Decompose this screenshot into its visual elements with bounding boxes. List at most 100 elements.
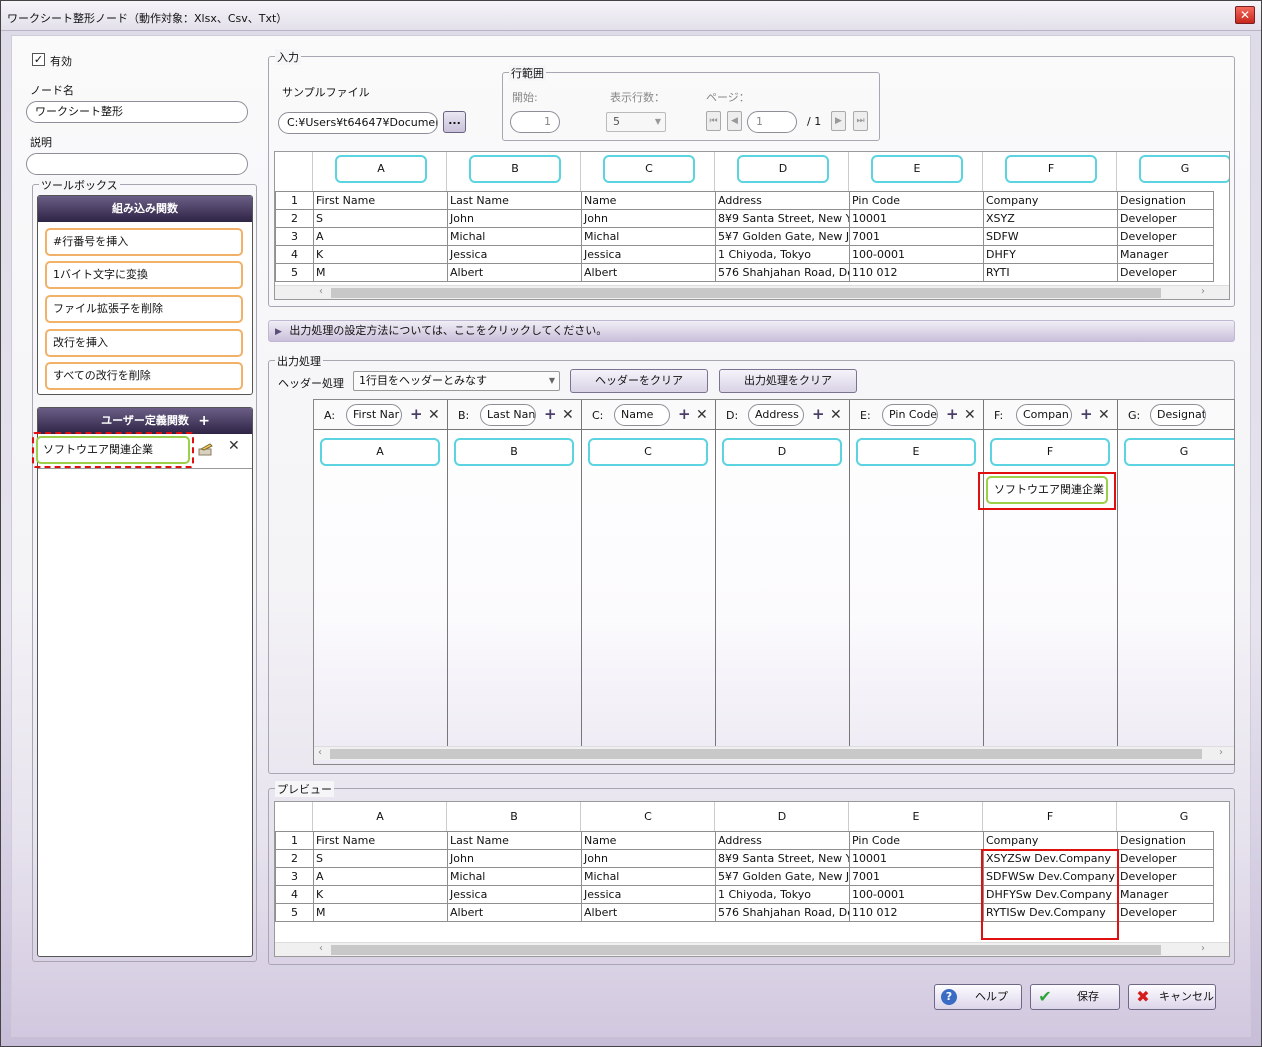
output-column-box[interactable]: E [856, 438, 976, 466]
column-header-d[interactable]: D [737, 155, 829, 183]
row-number: 2 [275, 849, 314, 868]
output-column-header: F: Compan + ✕ [984, 400, 1117, 430]
add-column-icon[interactable]: + [946, 405, 959, 423]
remove-column-icon[interactable]: ✕ [964, 407, 976, 423]
row-number: 1 [275, 831, 314, 850]
output-column-name-input[interactable]: Name [614, 404, 670, 426]
column-header-g[interactable]: G [1139, 155, 1229, 183]
enabled-checkbox[interactable]: ✓ [32, 53, 45, 66]
output-group: 出力処理 ヘッダー処理 1行目をヘッダーとみなす ▼ ヘッダーをクリア 出力処理… [268, 353, 1235, 774]
first-page-button[interactable]: ⏮ [706, 111, 721, 131]
column-header-e: E [912, 810, 920, 823]
start-input[interactable]: 1 [510, 111, 560, 133]
clear-output-button[interactable]: 出力処理をクリア [719, 369, 857, 393]
divider [714, 152, 715, 191]
builtin-item-remove-extension[interactable]: ファイル拡張子を削除 [45, 295, 243, 323]
table-cell: John [447, 209, 582, 228]
close-button[interactable]: ✕ [1235, 6, 1255, 24]
output-column-key: E: [860, 409, 871, 422]
preview-company-highlight [981, 849, 1119, 940]
add-column-icon[interactable]: + [1080, 405, 1093, 423]
table-cell: Jessica [447, 885, 582, 904]
output-column-f: F: Compan + ✕ F [984, 400, 1118, 746]
scroll-left-icon[interactable]: ‹ [318, 747, 322, 758]
edit-function-icon[interactable] [196, 440, 216, 460]
preview-scrollbar[interactable]: ‹ › [275, 942, 1229, 956]
delete-function-icon[interactable]: ✕ [228, 438, 240, 454]
scroll-right-icon[interactable]: › [1219, 747, 1223, 758]
output-column-name-input[interactable]: Address [748, 404, 804, 426]
column-header-b[interactable]: B [469, 155, 561, 183]
help-button[interactable]: ? ヘルプ [934, 984, 1022, 1010]
page-input[interactable]: 1 [747, 111, 797, 133]
column-header-c[interactable]: C [603, 155, 695, 183]
output-column-name-input[interactable]: Pin Code [882, 404, 938, 426]
output-help-banner[interactable]: ▶ 出力処理の設定方法については、ここをクリックしてください。 [268, 320, 1235, 342]
add-column-icon[interactable]: + [812, 405, 825, 423]
output-column-box[interactable]: C [588, 438, 708, 466]
input-scroll-thumb[interactable] [331, 288, 1161, 298]
header-select-value: 1行目をヘッダーとみなす [359, 374, 487, 387]
output-column-box[interactable]: D [722, 438, 842, 466]
scroll-left-icon[interactable]: ‹ [319, 943, 323, 954]
table-cell: Albert [581, 263, 716, 282]
output-column-name-input[interactable]: Designat [1150, 404, 1206, 426]
output-column-name-input[interactable]: Last Nan [480, 404, 536, 426]
add-column-icon[interactable]: + [410, 405, 423, 423]
add-user-function-icon[interactable]: + [198, 408, 210, 434]
column-header-a[interactable]: A [335, 155, 427, 183]
table-cell: Name [581, 191, 716, 210]
column-header-f[interactable]: F [1005, 155, 1097, 183]
clear-header-button[interactable]: ヘッダーをクリア [570, 369, 708, 393]
user-function-item[interactable]: ソフトウエア関連企業 [36, 436, 190, 464]
add-column-icon[interactable]: + [678, 405, 691, 423]
table-cell: XSYZ [983, 209, 1118, 228]
rows-select[interactable]: 5 ▼ [606, 112, 666, 132]
output-column-box[interactable]: A [320, 438, 440, 466]
dropped-function-item[interactable]: ソフトウエア関連企業 [986, 476, 1108, 504]
output-scroll-thumb[interactable] [330, 749, 1202, 759]
remove-column-icon[interactable]: ✕ [562, 407, 574, 423]
remove-column-icon[interactable]: ✕ [428, 407, 440, 423]
scroll-right-icon[interactable]: › [1201, 286, 1205, 297]
remove-column-icon[interactable]: ✕ [830, 407, 842, 423]
output-column-name-input[interactable]: First Nar [346, 404, 402, 426]
output-scrollbar[interactable]: ‹ › [314, 746, 1234, 760]
next-page-button[interactable]: ▶ [831, 111, 846, 131]
builtin-item-remove-newlines[interactable]: すべての改行を削除 [45, 362, 243, 390]
description-input[interactable] [26, 153, 248, 175]
output-column-box[interactable]: G [1124, 438, 1234, 466]
table-cell: 1 Chiyoda, Tokyo [715, 245, 850, 264]
node-name-input[interactable]: ワークシート整形 [26, 101, 248, 123]
divider [446, 802, 447, 831]
remove-column-icon[interactable]: ✕ [696, 407, 708, 423]
table-cell: Michal [447, 867, 582, 886]
scroll-left-icon[interactable]: ‹ [319, 286, 323, 297]
builtin-item-insert-newline[interactable]: 改行を挿入 [45, 329, 243, 357]
header-processing-select[interactable]: 1行目をヘッダーとみなす ▼ [353, 371, 560, 391]
remove-column-icon[interactable]: ✕ [1098, 407, 1110, 423]
table-cell: Address [715, 191, 850, 210]
column-header-e[interactable]: E [871, 155, 963, 183]
browse-button[interactable]: ... [443, 111, 466, 133]
output-column-e: E: Pin Code + ✕ E [850, 400, 984, 746]
cancel-button[interactable]: ✖ キャンセル [1128, 984, 1216, 1010]
node-name-label: ノード名 [30, 84, 74, 97]
table-cell: Designation [1117, 191, 1214, 210]
divider [580, 802, 581, 831]
last-page-button[interactable]: ⏭ [853, 111, 868, 131]
builtin-item-insert-row-number[interactable]: #行番号を挿入 [45, 228, 243, 256]
prev-page-button[interactable]: ◀ [727, 111, 742, 131]
output-column-box[interactable]: F [990, 438, 1110, 466]
preview-scroll-thumb[interactable] [331, 945, 1161, 955]
output-column-box[interactable]: B [454, 438, 574, 466]
builtin-item-convert-halfwidth[interactable]: 1バイト文字に変換 [45, 261, 243, 289]
sample-file-input[interactable]: C:¥Users¥t64647¥Documents [278, 112, 438, 134]
table-cell: 5¥7 Golden Gate, New Jer [715, 867, 850, 886]
input-scrollbar[interactable]: ‹ › [275, 285, 1229, 299]
window-title: ワークシート整形ノード（動作対象：Xlsx、Csv、Txt） [7, 12, 288, 25]
add-column-icon[interactable]: + [544, 405, 557, 423]
output-column-name-input[interactable]: Compan [1016, 404, 1072, 426]
save-button[interactable]: ✔ 保存 [1030, 984, 1120, 1010]
scroll-right-icon[interactable]: › [1201, 943, 1205, 954]
